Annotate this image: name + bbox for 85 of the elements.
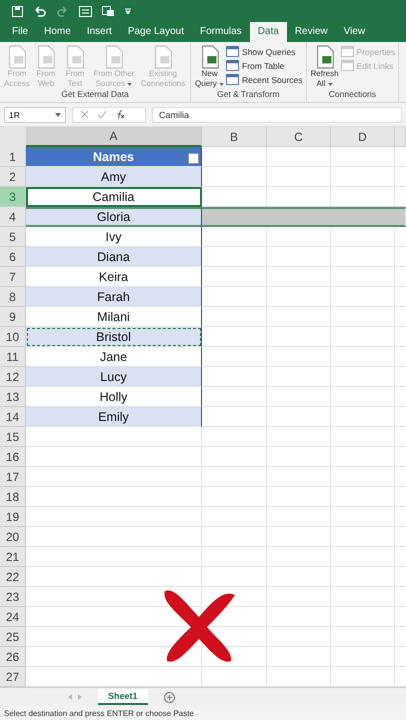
save-icon[interactable] xyxy=(12,6,23,16)
row-number[interactable]: 14 xyxy=(0,407,26,427)
ribbon-button[interactable]: Refresh All xyxy=(310,44,340,89)
row-number[interactable]: 18 xyxy=(0,487,26,507)
group-title: Get External Data xyxy=(60,89,130,101)
row-number[interactable]: 2 xyxy=(0,167,26,187)
cancel-icon[interactable] xyxy=(81,111,88,118)
document-icon xyxy=(6,45,28,69)
row-number[interactable]: 5 xyxy=(0,227,26,247)
enter-icon[interactable] xyxy=(98,111,106,118)
ribbon-tab[interactable]: Insert xyxy=(78,22,120,42)
column-header[interactable]: C xyxy=(267,127,331,147)
filter-button[interactable] xyxy=(188,153,199,164)
column-header[interactable]: A xyxy=(26,127,202,147)
row-number[interactable]: 21 xyxy=(0,547,26,567)
table-icon xyxy=(340,46,354,57)
ribbon-tab[interactable]: Formulas xyxy=(192,22,250,42)
row-number[interactable]: 24 xyxy=(0,607,26,627)
row-number[interactable]: 23 xyxy=(0,587,26,607)
ribbon-button[interactable]: Show Queries xyxy=(226,46,303,57)
table-cell: Lucy xyxy=(26,367,202,387)
name-box[interactable]: 1R xyxy=(4,106,66,122)
column-header[interactable]: B xyxy=(202,127,267,147)
document-icon xyxy=(152,45,174,69)
row-number[interactable]: 15 xyxy=(0,427,26,447)
table-icon xyxy=(226,74,240,85)
ribbon-tab[interactable]: View xyxy=(336,22,374,42)
caret-icon xyxy=(328,83,333,86)
table-cell: Bristol xyxy=(26,327,202,347)
add-sheet-icon[interactable] xyxy=(164,692,175,702)
undo-icon[interactable] xyxy=(33,6,47,16)
caret-icon xyxy=(127,83,132,86)
table-cell: Emily xyxy=(26,407,202,427)
column-header[interactable]: D xyxy=(331,127,395,147)
caret-icon xyxy=(219,83,224,86)
ribbon-tab[interactable]: File xyxy=(4,22,36,42)
customize-icon[interactable] xyxy=(125,8,131,14)
form-icon[interactable] xyxy=(79,6,92,16)
row-number[interactable]: 26 xyxy=(0,647,26,667)
sheet-tab[interactable]: Sheet1 xyxy=(98,689,148,705)
table-cell: Amy xyxy=(26,167,202,187)
row-number[interactable]: 3 xyxy=(0,187,26,207)
ribbon-tab[interactable]: Home xyxy=(36,22,79,42)
ribbon-button[interactable]: Recent Sources xyxy=(226,74,303,85)
row-number[interactable]: 22 xyxy=(0,567,26,587)
table-icon xyxy=(226,60,240,71)
document-icon xyxy=(64,45,86,69)
row-number[interactable]: 17 xyxy=(0,467,26,487)
row-number[interactable]: 11 xyxy=(0,347,26,367)
ribbon-button[interactable]: From Table xyxy=(226,60,303,71)
caret-icon[interactable] xyxy=(55,112,61,116)
row-number[interactable]: 16 xyxy=(0,447,26,467)
window-icon[interactable] xyxy=(102,6,115,16)
ribbon-button[interactable]: New Query xyxy=(194,44,226,89)
row-number[interactable]: 10 xyxy=(0,327,26,347)
row-number[interactable]: 7 xyxy=(0,267,26,287)
table-cell: Farah xyxy=(26,287,202,307)
row-number[interactable]: 20 xyxy=(0,527,26,547)
row-number[interactable]: 13 xyxy=(0,387,26,407)
row-number[interactable]: 27 xyxy=(0,667,26,687)
group-title: Get & Transform xyxy=(216,89,280,101)
function-icon[interactable] xyxy=(116,110,125,119)
ribbon-tab[interactable]: Data xyxy=(250,22,287,42)
formula-field[interactable]: Camilia xyxy=(152,106,402,122)
table-icon xyxy=(340,60,354,71)
status-text: Select destination and press ENTER or choose Paste xyxy=(0,706,406,720)
row-number[interactable]: 9 xyxy=(0,307,26,327)
table-icon xyxy=(226,46,240,57)
document-icon xyxy=(35,45,57,69)
table-cell: Camilia xyxy=(26,187,202,207)
row-number[interactable]: 6 xyxy=(0,247,26,267)
ribbon-tab[interactable]: Page Layout xyxy=(120,22,192,42)
document-icon xyxy=(103,45,125,69)
row-number[interactable]: 1 xyxy=(0,147,26,167)
group-title: Connections xyxy=(328,89,378,101)
table-cell: Gloria xyxy=(26,207,202,227)
redo-icon[interactable] xyxy=(57,6,69,16)
ribbon-tab[interactable]: Review xyxy=(286,22,336,42)
header-text: Names xyxy=(93,150,134,164)
row-number[interactable]: 25 xyxy=(0,627,26,647)
table-cell: Diana xyxy=(26,247,202,267)
row-number[interactable]: 8 xyxy=(0,287,26,307)
row-number[interactable]: 12 xyxy=(0,367,26,387)
row-number[interactable]: 19 xyxy=(0,507,26,527)
row-number[interactable]: 4 xyxy=(0,207,26,227)
